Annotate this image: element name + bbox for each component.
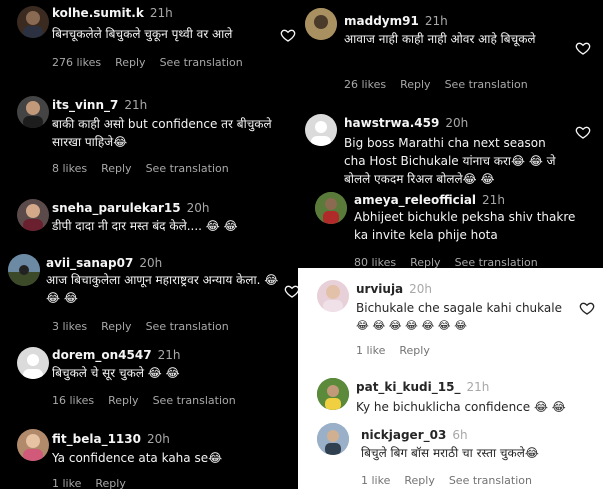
comment-username[interactable]: maddym91 21h (344, 14, 448, 28)
comment-text: बिनचूकलेले बिचुकले चुकून पृथ्वी वर आले (52, 27, 233, 41)
likes-count[interactable]: 26 likes (344, 78, 386, 91)
comment-text: Big boss Marathi cha next season cha Hos… (344, 136, 556, 186)
comment-username[interactable]: nickjager_03 6h (361, 428, 468, 442)
reply-button[interactable]: Reply (108, 394, 138, 407)
likes-count[interactable]: 1 like (356, 344, 385, 357)
comment-actions: 3 likes Reply See translation (52, 320, 229, 333)
comment-actions: 1 like Reply See translation (361, 474, 532, 487)
comment-username[interactable]: sneha_parulekar15 20h (52, 201, 209, 215)
comment-username[interactable]: ameya_releofficial 21h (354, 193, 505, 207)
comment-actions: 16 likes Reply See translation (52, 394, 236, 407)
comment-username[interactable]: fit_bela_1130 20h (52, 432, 170, 446)
comment-actions: 26 likes Reply See translation (344, 78, 528, 91)
comment-text: बिचुकले चे सूर चुकले 😂 😂 (52, 366, 180, 380)
comment-username[interactable]: kolhe.sumit.k 21h (52, 6, 173, 20)
avatar[interactable] (315, 192, 347, 224)
left-comment-column: kolhe.sumit.k 21h बिनचूकलेले बिचुकले चुकू… (0, 0, 298, 489)
see-translation-link[interactable]: See translation (449, 474, 532, 487)
avatar[interactable] (317, 423, 349, 455)
comment-actions: 276 likes Reply See translation (52, 56, 243, 69)
comment-actions: 1 like Reply (356, 344, 430, 357)
avatar[interactable] (17, 6, 49, 38)
reply-button[interactable]: Reply (101, 162, 131, 175)
comment-actions: 8 likes Reply See translation (52, 162, 229, 175)
avatar[interactable] (305, 8, 337, 40)
comment-text: आवाज नाही काही नाही ओवर आहे बिचूकले (344, 32, 536, 46)
see-translation-link[interactable]: See translation (146, 162, 229, 175)
avatar[interactable] (317, 378, 349, 410)
heart-icon[interactable] (284, 283, 298, 299)
avatar[interactable] (305, 114, 337, 146)
see-translation-link[interactable]: See translation (153, 394, 236, 407)
likes-count[interactable]: 8 likes (52, 162, 87, 175)
see-translation-link[interactable]: See translation (445, 78, 528, 91)
heart-icon[interactable] (280, 27, 296, 43)
comment-emoji: 😂 😂 😂 😂 😂 😂 😂 (356, 319, 467, 332)
comment-text: आज बिचाकुलेला आणून महाराष्ट्रवर अन्याय क… (46, 273, 279, 305)
see-translation-link[interactable]: See translation (160, 56, 243, 69)
reply-button[interactable]: Reply (115, 56, 145, 69)
likes-count[interactable]: 276 likes (52, 56, 101, 69)
likes-count[interactable]: 1 like (52, 477, 81, 489)
heart-icon[interactable] (579, 300, 595, 316)
reply-button[interactable]: Reply (399, 344, 429, 357)
comment-text: Ya confidence ata kaha se😂 (52, 451, 223, 465)
comment-text: बिचुले बिग बॉस मराठी चा रस्ता चुकले😂 (361, 446, 539, 460)
comment-username[interactable]: hawstrwa.459 20h (344, 116, 468, 130)
right-light-comment-panel: urviuja 20h Bichukale che sagale kahi chu… (298, 268, 603, 489)
comment-username[interactable]: avii_sanap07 20h (46, 256, 162, 270)
likes-count[interactable]: 1 like (361, 474, 390, 487)
likes-count[interactable]: 16 likes (52, 394, 94, 407)
heart-icon[interactable] (575, 124, 591, 140)
comment-text: बाकी काही असो but confidence तर बीचुकले … (52, 117, 272, 149)
see-translation-link[interactable]: See translation (146, 320, 229, 333)
avatar[interactable] (8, 254, 40, 286)
comment-username[interactable]: urviuja 20h (356, 282, 432, 296)
avatar[interactable] (17, 199, 49, 231)
avatar[interactable] (17, 429, 49, 461)
likes-count[interactable]: 3 likes (52, 320, 87, 333)
comment-text: Ky he bichuklicha confidence 😂 😂 (356, 400, 566, 414)
comment-actions: 1 like Reply (52, 477, 126, 489)
comment-text: Abhijeet bichukle peksha shiv thakre ka … (354, 210, 576, 242)
heart-icon[interactable] (575, 40, 591, 56)
comment-username[interactable]: its_vinn_7 21h (52, 98, 147, 112)
comment-username[interactable]: pat_ki_kudi_15_ 21h (356, 380, 489, 394)
comment-text: Bichukale che sagale kahi chukale (356, 301, 562, 315)
comment-username[interactable]: dorem_on4547 21h (52, 348, 180, 362)
comment-text: डीपी दादा नी दार मस्त बंद केले.... 😂 😂 (52, 219, 238, 233)
reply-button[interactable]: Reply (101, 320, 131, 333)
reply-button[interactable]: Reply (404, 474, 434, 487)
avatar[interactable] (317, 280, 349, 312)
avatar[interactable] (17, 96, 49, 128)
reply-button[interactable]: Reply (400, 78, 430, 91)
avatar[interactable] (17, 347, 49, 379)
reply-button[interactable]: Reply (95, 477, 125, 489)
